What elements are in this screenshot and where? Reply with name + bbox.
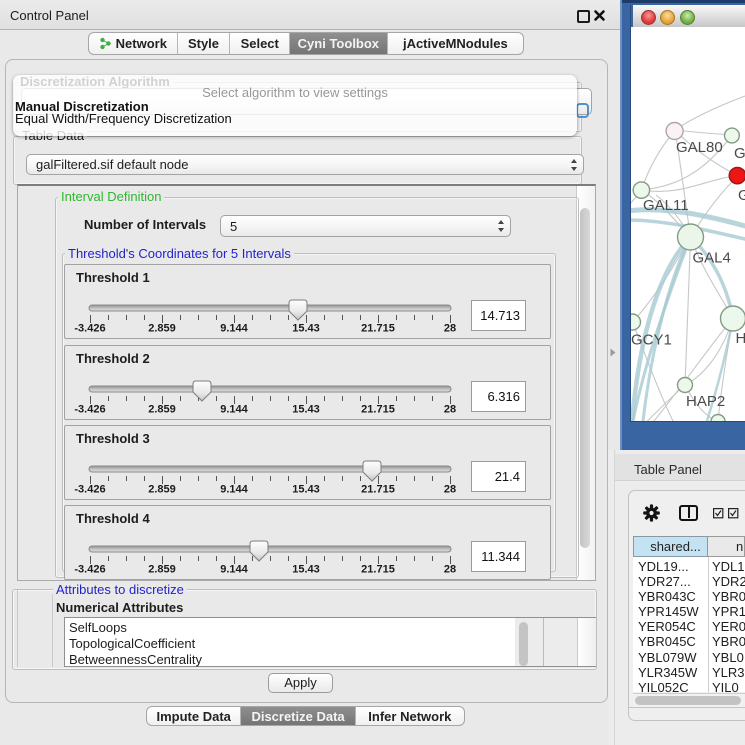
svg-text:GCY1: GCY1 <box>631 332 672 349</box>
svg-text:GAL80: GAL80 <box>676 139 723 156</box>
svg-text:-3.426: -3.426 <box>74 323 105 335</box>
svg-text:H: H <box>736 330 745 347</box>
svg-text:HAP2: HAP2 <box>686 393 725 410</box>
svg-text:GAL11: GAL11 <box>643 197 689 214</box>
svg-text:GA: GA <box>734 145 745 162</box>
svg-text:21.715: 21.715 <box>361 323 395 335</box>
svg-text:28: 28 <box>444 323 456 335</box>
svg-text:9.144: 9.144 <box>220 323 248 335</box>
svg-text:G: G <box>738 187 745 204</box>
svg-text:15.43: 15.43 <box>292 323 320 335</box>
svg-text:2.859: 2.859 <box>148 323 176 335</box>
svg-text:GAL4: GAL4 <box>693 250 731 267</box>
